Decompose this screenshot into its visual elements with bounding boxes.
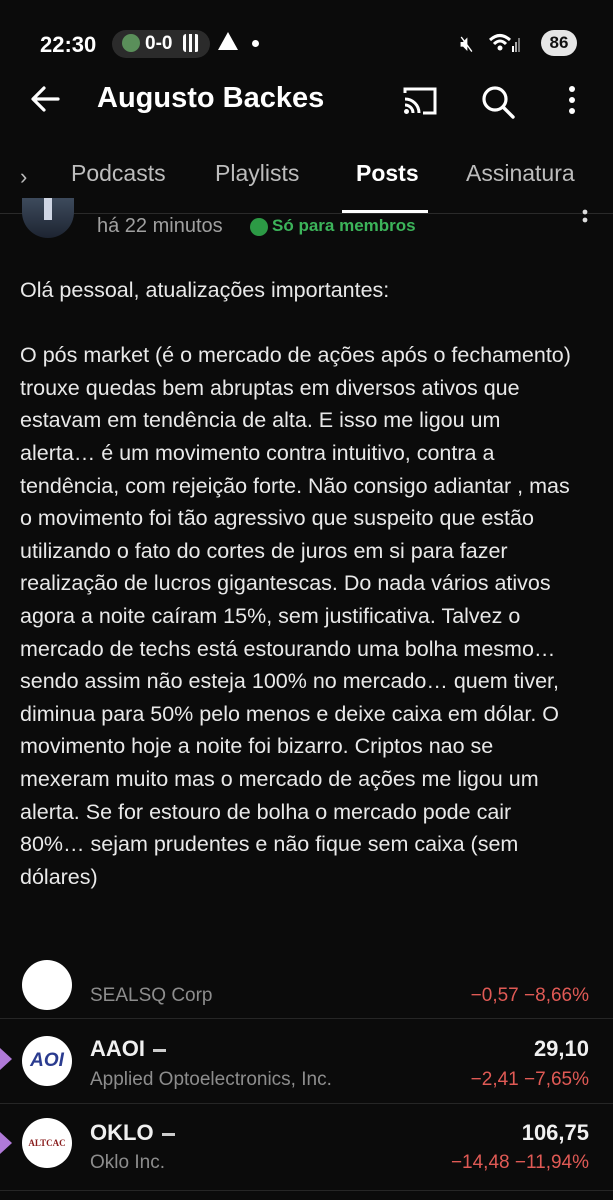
minus-icon bbox=[161, 1132, 175, 1136]
stock-price: 106,75 bbox=[521, 1120, 589, 1145]
team-crest-icon bbox=[183, 34, 199, 52]
wifi-signal-icon bbox=[488, 34, 520, 52]
stock-logo bbox=[22, 960, 72, 1010]
divider bbox=[0, 1190, 613, 1191]
battery-indicator: 86 bbox=[541, 30, 577, 56]
channel-tabs: › Podcasts Playlists Posts Assinatura bbox=[0, 150, 613, 214]
post-paragraph: O pós market (é o mercado de ações após … bbox=[20, 343, 571, 889]
stock-name: Oklo Inc. bbox=[90, 1152, 165, 1173]
avatar[interactable] bbox=[22, 198, 74, 238]
post-timestamp: há 22 minutos bbox=[97, 215, 223, 237]
bookmark-icon bbox=[0, 1048, 12, 1070]
list-item[interactable]: ALTCAC OKLO Oklo Inc. 106,75 −14,48 −11,… bbox=[0, 1104, 613, 1188]
post-options-icon[interactable] bbox=[580, 208, 590, 232]
stock-logo: AOI bbox=[22, 1036, 72, 1086]
screen: 22:30 0-0 🔇︎ 86 Augusto Backes › Podcast… bbox=[0, 0, 613, 1200]
cast-icon[interactable] bbox=[401, 84, 439, 118]
stock-ticker: AAOI bbox=[90, 1036, 166, 1062]
stock-change: −2,41 −7,65% bbox=[470, 1069, 589, 1090]
chevron-left-icon[interactable]: › bbox=[20, 164, 27, 190]
stock-price: 29,10 bbox=[533, 1036, 589, 1061]
post-body: Olá pessoal, atualizações importantes: O… bbox=[20, 274, 580, 893]
tab-posts[interactable]: Posts bbox=[356, 160, 419, 187]
warning-icon bbox=[218, 32, 238, 50]
stock-change: −0,57 −8,66% bbox=[470, 985, 589, 1006]
team-crest-icon bbox=[122, 34, 140, 52]
community-post: há 22 minutos Só para membros Olá pessoa… bbox=[0, 198, 600, 989]
stock-change: −14,48 −11,94% bbox=[450, 1152, 589, 1173]
back-arrow-icon[interactable] bbox=[28, 82, 62, 116]
stock-ticker: OKLO bbox=[90, 1120, 175, 1146]
tab-assinatura[interactable]: Assinatura bbox=[466, 160, 575, 187]
bookmark-icon bbox=[0, 1132, 12, 1154]
minus-icon bbox=[153, 1048, 166, 1052]
tab-playlists[interactable]: Playlists bbox=[215, 160, 299, 187]
avatar-figure bbox=[44, 198, 52, 220]
stock-name: SEALSQ Corp bbox=[90, 985, 213, 1006]
notification-dot-icon bbox=[252, 40, 259, 47]
live-score: 0-0 bbox=[145, 33, 173, 54]
stock-logo: ALTCAC bbox=[22, 1118, 72, 1168]
stock-name: Applied Optoelectronics, Inc. bbox=[90, 1069, 332, 1090]
list-item[interactable]: SEALSQ Corp −0,57 −8,66% bbox=[0, 960, 613, 1018]
list-item[interactable]: AOI AAOI Applied Optoelectronics, Inc. 2… bbox=[0, 1019, 613, 1103]
members-only-badge: Só para membros bbox=[272, 216, 416, 235]
more-options-icon[interactable] bbox=[560, 82, 584, 118]
post-paragraph: Olá pessoal, atualizações importantes: bbox=[20, 278, 390, 302]
members-only-icon bbox=[250, 218, 268, 236]
app-bar: Augusto Backes bbox=[0, 72, 613, 128]
status-time: 22:30 bbox=[40, 32, 97, 57]
mute-icon: 🔇︎ bbox=[460, 31, 474, 56]
tab-podcasts[interactable]: Podcasts bbox=[71, 160, 166, 187]
search-icon[interactable] bbox=[478, 82, 518, 122]
status-bar: 22:30 0-0 🔇︎ 86 bbox=[0, 18, 613, 72]
channel-title: Augusto Backes bbox=[97, 82, 325, 114]
